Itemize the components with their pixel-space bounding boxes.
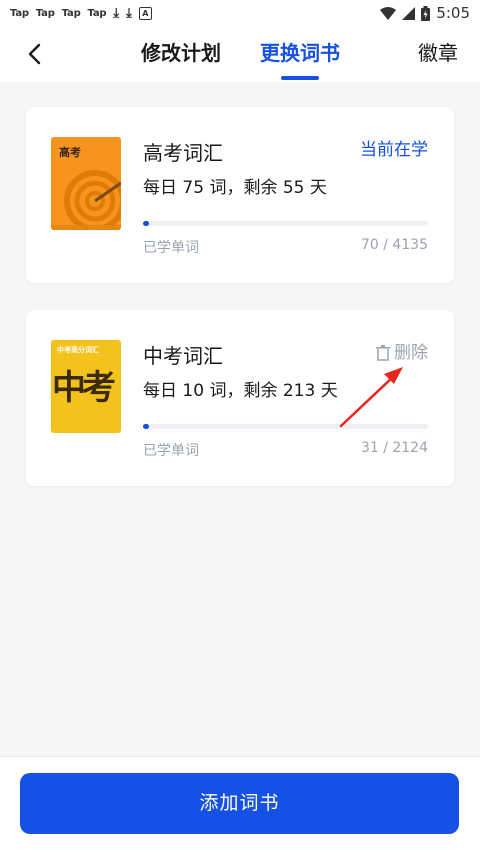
progress-fill <box>143 221 149 226</box>
wifi-icon <box>380 6 397 20</box>
book-cover-gaokao: 高考 <box>51 137 121 230</box>
battery-icon <box>421 5 431 21</box>
book-card-gaokao[interactable]: 高考 高考词汇 当前在学 每日 75 词，剩余 55 天 已学单词 70 / 4… <box>26 107 454 283</box>
progress-bar <box>143 424 428 429</box>
tab-badges[interactable]: 徽章 <box>418 40 458 66</box>
progress-bar <box>143 221 428 226</box>
bottom-action-bar: 添加词书 <box>0 756 480 856</box>
book-daily-plan: 每日 10 词，剩余 213 天 <box>143 381 338 401</box>
learned-words-count: 70 / 4135 <box>360 237 428 253</box>
add-book-button[interactable]: 添加词书 <box>20 773 459 834</box>
progress-fill <box>143 424 149 429</box>
signal-icon <box>402 6 416 20</box>
tap-notification-icon: Tap <box>87 7 107 19</box>
app-a-icon: A <box>138 6 152 20</box>
tap-notification-icon: Tap <box>10 7 29 19</box>
book-cover-zhongkao: 中考高分词汇 中考 <box>51 340 121 433</box>
trash-icon <box>376 345 390 361</box>
active-tab-indicator <box>281 76 319 80</box>
cover-subtitle: 中考高分词汇 <box>57 346 99 354</box>
status-bar: Tap Tap Tap Tap ⤓ ⤓ A 5:05 <box>0 0 480 26</box>
tab-modify-plan[interactable]: 修改计划 <box>141 40 221 66</box>
book-card-zhongkao[interactable]: 中考高分词汇 中考 中考词汇 删除 每日 10 词，剩余 213 天 已学单词 … <box>26 310 454 486</box>
target-icon <box>51 170 121 230</box>
tap-notification-icon: Tap <box>35 7 55 19</box>
tap-notification-icon: Tap <box>61 7 81 19</box>
book-title: 高考词汇 <box>143 141 223 165</box>
top-nav: 修改计划 更换词书 徽章 <box>0 26 480 82</box>
download-icon: ⤓ <box>113 5 120 21</box>
current-learning-badge: 当前在学 <box>360 140 428 160</box>
learned-words-label: 已学单词 <box>143 240 199 256</box>
learned-words-label: 已学单词 <box>143 443 199 459</box>
back-arrow-icon[interactable] <box>20 38 52 70</box>
book-title: 中考词汇 <box>143 344 223 368</box>
download-icon: ⤓ <box>126 5 132 21</box>
cover-title: 中考 <box>52 368 116 408</box>
clock: 5:05 <box>436 4 470 22</box>
delete-button[interactable]: 删除 <box>376 342 428 364</box>
tab-change-book[interactable]: 更换词书 <box>260 40 340 66</box>
learned-words-count: 31 / 2124 <box>360 440 428 456</box>
delete-label: 删除 <box>394 343 428 363</box>
book-daily-plan: 每日 75 词，剩余 55 天 <box>143 178 327 198</box>
